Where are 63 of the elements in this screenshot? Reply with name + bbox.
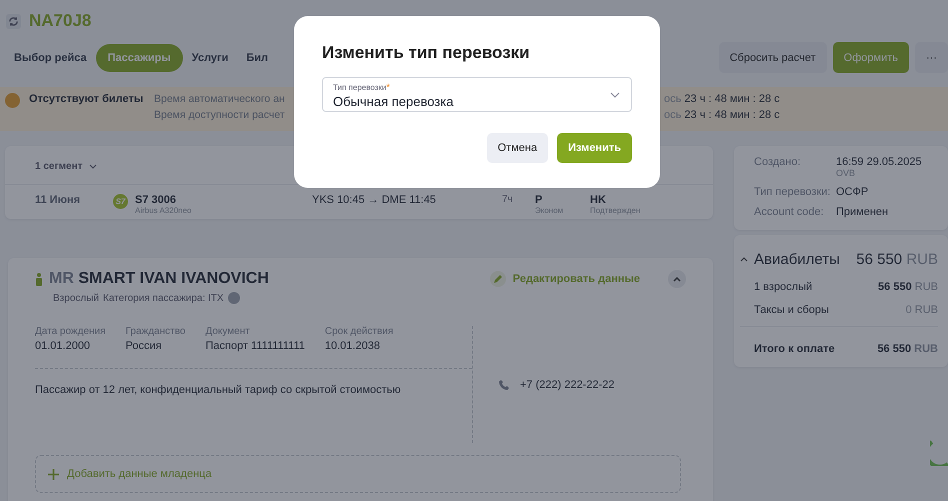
duration-text: 7ч — [502, 194, 514, 205]
field-value: Россия — [126, 340, 163, 352]
alert-text: Время автоматического ан — [154, 93, 285, 105]
passenger-category: Категория пассажира: ITX — [103, 292, 224, 304]
flight-number: S7 3006 — [135, 194, 176, 206]
cancel-button[interactable]: Отмена — [486, 133, 548, 163]
status-name: Подтвержден — [590, 206, 642, 215]
chevron-icon — [673, 276, 681, 282]
reset-button[interactable]: Сбросить расчет — [718, 42, 827, 73]
field-label: Гражданство — [126, 326, 186, 337]
phone-icon — [498, 378, 510, 390]
field-label: Документ — [205, 326, 251, 337]
price-line-amount: 56 550 RUB — [878, 281, 938, 293]
total-label: Итого к оплате — [754, 343, 835, 355]
field-label: Срок действия — [324, 326, 394, 337]
countdown-text: ось 23 ч : 48 мин : 28 с — [664, 93, 780, 105]
field-value: 10.01.2038 — [324, 340, 381, 352]
plus-icon — [48, 468, 59, 480]
pencil-icon — [490, 271, 506, 287]
price-line-label: 1 взрослый — [754, 281, 812, 293]
more-button[interactable]: ··· — [915, 42, 948, 73]
chevron-icon — [610, 92, 620, 98]
info-value: 16:59 29.05.2025 — [836, 156, 922, 168]
route-text: YKS 10:45 → DME 11:45 — [312, 194, 437, 206]
segment-toggle[interactable]: 1 сегмент — [5, 146, 127, 184]
field-label: Дата рождения — [35, 326, 106, 337]
info-subtext: OVB — [836, 168, 856, 178]
flight-date: 11 Июня — [35, 194, 82, 206]
info-label: Account code: — [754, 206, 825, 218]
field-value: 01.01.2000 — [35, 340, 92, 352]
info-label: Тип перевозки: — [754, 186, 832, 198]
tab[interactable]: Услуги — [182, 44, 238, 72]
alert-title: Отсутствуют билеты — [29, 93, 144, 107]
info-label: Создано: — [754, 156, 802, 170]
info-value: Применен — [836, 206, 888, 218]
aircraft-text: Airbus A320neo — [135, 206, 192, 215]
airline-logo: S7 — [113, 194, 128, 209]
countdown-text: ось 23 ч : 48 мин : 28 с — [664, 109, 780, 121]
price-line-label: Таксы и сборы — [754, 304, 829, 316]
price-amount: 56 550 RUB — [856, 251, 938, 268]
tab[interactable]: Выбор рейса — [5, 44, 96, 72]
loading-spinner-icon — [930, 440, 948, 466]
collapse-button[interactable] — [668, 270, 686, 288]
caret-icon[interactable] — [740, 257, 748, 262]
total-amount: 56 550 RUB — [877, 343, 938, 355]
tab[interactable]: Бил — [237, 44, 278, 72]
phone-number: +7 (222) 222-22-22 — [520, 378, 614, 390]
refresh-icon[interactable] — [6, 14, 21, 28]
status-code: HK — [590, 194, 606, 206]
person-icon — [35, 272, 43, 286]
class-code: P — [535, 194, 542, 206]
info-value: ОСФР — [836, 186, 868, 198]
passenger-note: Пассажир от 12 лет, конфиденциальный тариф со скрытой стоимостью — [35, 384, 402, 396]
price-title: Авиабилеты — [754, 251, 840, 268]
dialog-title: Изменить тип перевозки — [322, 43, 531, 63]
passenger-name: MR SMART IVAN IVANOVICH — [49, 270, 269, 288]
passenger-type: Взрослый — [53, 292, 99, 304]
transport-type-select[interactable]: Тип перевозки* Обычная перевозка — [322, 77, 632, 112]
confirm-button[interactable]: Изменить — [557, 133, 632, 163]
alert-text: Время доступности расчет — [154, 109, 285, 121]
chevron-icon — [88, 164, 97, 169]
class-name: Эконом — [535, 206, 564, 215]
booking-code: NA70J8 — [29, 11, 92, 31]
